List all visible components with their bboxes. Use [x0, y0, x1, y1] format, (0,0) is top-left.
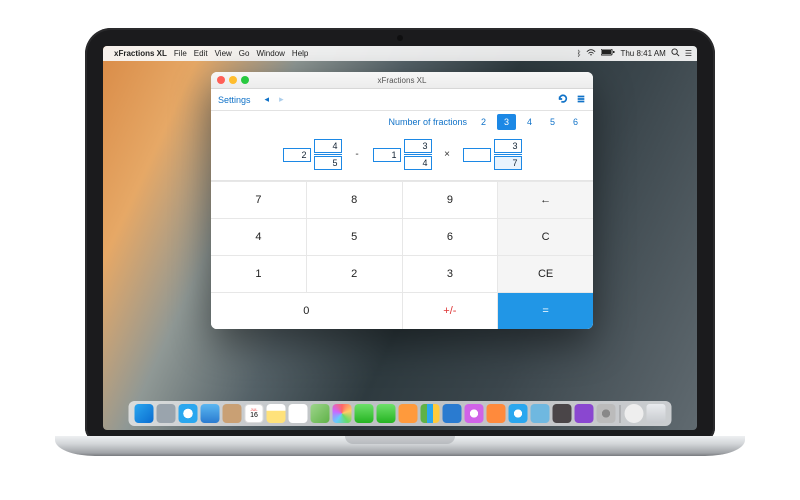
app-window: xFractions XL Settings ◂ ▸ Number of fra… — [211, 72, 593, 329]
titlebar[interactable]: xFractions XL — [211, 72, 593, 89]
fraction-bar — [494, 154, 522, 155]
count-option-5[interactable]: 5 — [543, 114, 562, 130]
dock-calendar-icon[interactable]: JUL16 — [245, 404, 264, 423]
dock-trash-icon[interactable] — [647, 404, 666, 423]
dock-appstore-icon[interactable] — [509, 404, 528, 423]
dock-dictionary-icon[interactable] — [553, 404, 572, 423]
menubar-go[interactable]: Go — [239, 49, 250, 58]
key-clear-entry[interactable]: CE — [498, 256, 593, 292]
key-equals[interactable]: = — [498, 293, 593, 329]
nav-buttons: ◂ ▸ — [265, 94, 284, 105]
fraction-count-label: Number of fractions — [388, 117, 467, 127]
key-1[interactable]: 1 — [211, 256, 306, 292]
dock-xfractions-icon[interactable] — [575, 404, 594, 423]
undo-icon[interactable] — [558, 94, 568, 106]
key-2[interactable]: 2 — [307, 256, 402, 292]
fraction-2-denominator[interactable]: 4 — [404, 156, 432, 170]
menubar-items: xFractions XL File Edit View Go Window H… — [114, 49, 308, 58]
key-6[interactable]: 6 — [403, 219, 498, 255]
fraction-bar — [314, 154, 342, 155]
menubar-status: ᛒ Thu 8:41 AM ☰ — [577, 48, 692, 59]
bluetooth-icon[interactable]: ᛒ — [577, 49, 582, 58]
camera-dot — [397, 35, 403, 41]
spotlight-icon[interactable] — [671, 48, 680, 59]
dock-mail-icon[interactable] — [201, 404, 220, 423]
menubar-file[interactable]: File — [174, 49, 187, 58]
dock-pages-icon[interactable] — [399, 404, 418, 423]
list-icon[interactable] — [576, 94, 586, 106]
operator-1[interactable]: - — [351, 148, 364, 161]
dock-facetime-icon[interactable] — [377, 404, 396, 423]
dock-settings-icon[interactable] — [597, 404, 616, 423]
fraction-1: 2 4 5 — [283, 139, 342, 170]
dock-downloads-icon[interactable] — [625, 404, 644, 423]
key-9[interactable]: 9 — [403, 182, 498, 218]
key-4[interactable]: 4 — [211, 219, 306, 255]
toolbar: Settings ◂ ▸ — [211, 89, 593, 111]
wifi-icon[interactable] — [586, 49, 596, 59]
fraction-1-denominator[interactable]: 5 — [314, 156, 342, 170]
count-option-4[interactable]: 4 — [520, 114, 539, 130]
fraction-3-denominator[interactable]: 7 — [494, 156, 522, 170]
count-option-3[interactable]: 3 — [497, 114, 516, 130]
fraction-3-numerator[interactable]: 3 — [494, 139, 522, 153]
dock-maps-icon[interactable] — [311, 404, 330, 423]
count-option-2[interactable]: 2 — [474, 114, 493, 130]
dock-launchpad-icon[interactable] — [157, 404, 176, 423]
fraction-2-whole[interactable]: 1 — [373, 148, 401, 162]
fraction-bar — [404, 154, 432, 155]
dock-reminders-icon[interactable] — [289, 404, 308, 423]
keypad: 7 8 9 ← 4 5 6 C 1 2 3 CE 0 +/- = — [211, 181, 593, 329]
key-5[interactable]: 5 — [307, 219, 402, 255]
menubar-window[interactable]: Window — [256, 49, 284, 58]
dock-safari-icon[interactable] — [179, 404, 198, 423]
menubar-help[interactable]: Help — [292, 49, 308, 58]
operator-2[interactable]: × — [441, 148, 454, 161]
key-7[interactable]: 7 — [211, 182, 306, 218]
window-title: xFractions XL — [211, 76, 593, 85]
key-clear[interactable]: C — [498, 219, 593, 255]
battery-icon[interactable] — [601, 49, 615, 58]
dock-ibooks-icon[interactable] — [487, 404, 506, 423]
clock[interactable]: Thu 8:41 AM — [620, 49, 665, 58]
desktop: xFractions XL File Edit View Go Window H… — [103, 46, 697, 430]
settings-button[interactable]: Settings — [218, 95, 251, 105]
count-option-6[interactable]: 6 — [566, 114, 585, 130]
menubar-view[interactable]: View — [215, 49, 232, 58]
nav-back-button[interactable]: ◂ — [265, 94, 270, 105]
fraction-2-numerator[interactable]: 3 — [404, 139, 432, 153]
fraction-count-row: Number of fractions 2 3 4 5 6 — [211, 111, 593, 133]
key-8[interactable]: 8 — [307, 182, 402, 218]
fraction-2: 1 3 4 — [373, 139, 432, 170]
key-plus-minus[interactable]: +/- — [403, 293, 498, 329]
key-3[interactable]: 3 — [403, 256, 498, 292]
menubar-app[interactable]: xFractions XL — [114, 49, 167, 58]
menubar-edit[interactable]: Edit — [194, 49, 208, 58]
dock-finder-icon[interactable] — [135, 404, 154, 423]
nav-forward-button[interactable]: ▸ — [279, 94, 284, 105]
menu-extra-icon[interactable]: ☰ — [685, 49, 692, 58]
laptop-frame: xFractions XL File Edit View Go Window H… — [85, 28, 715, 442]
fraction-3-whole[interactable] — [463, 148, 491, 162]
dock-messages-icon[interactable] — [355, 404, 374, 423]
fraction-expression: 2 4 5 - 1 3 4 × — [211, 133, 593, 181]
dock-keynote-icon[interactable] — [443, 404, 462, 423]
dock-separator — [620, 405, 621, 423]
dock-contacts-icon[interactable] — [223, 404, 242, 423]
fraction-1-numerator[interactable]: 4 — [314, 139, 342, 153]
laptop-notch — [345, 436, 455, 444]
dock-itunes-icon[interactable] — [465, 404, 484, 423]
key-backspace[interactable]: ← — [498, 182, 593, 218]
dock-preview-icon[interactable] — [531, 404, 550, 423]
fraction-1-whole[interactable]: 2 — [283, 148, 311, 162]
key-0[interactable]: 0 — [211, 293, 402, 329]
fraction-3: 3 7 — [463, 139, 522, 170]
dock-photos-icon[interactable] — [333, 404, 352, 423]
os-menubar: xFractions XL File Edit View Go Window H… — [103, 46, 697, 61]
dock: JUL16 — [129, 401, 672, 426]
dock-notes-icon[interactable] — [267, 404, 286, 423]
dock-numbers-icon[interactable] — [421, 404, 440, 423]
